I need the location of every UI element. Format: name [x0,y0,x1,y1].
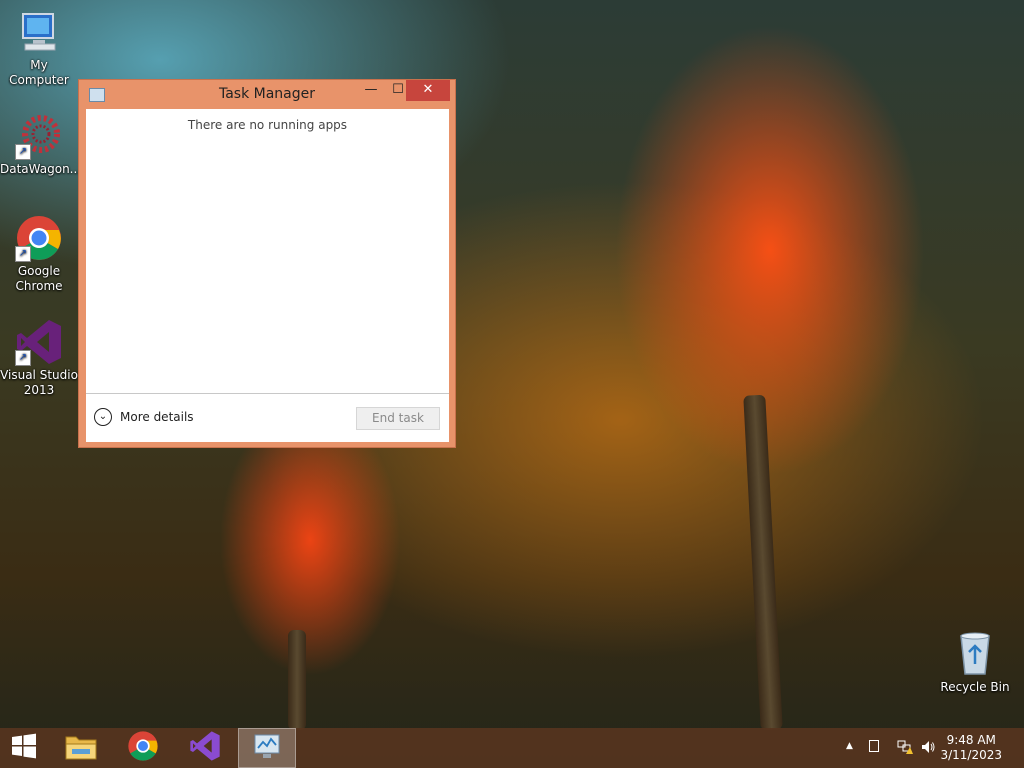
datawagon-icon: ↗ [15,112,63,160]
wallpaper-stem [288,630,306,730]
taskbar-task-manager[interactable] [238,728,296,768]
network-warning-icon[interactable] [897,739,913,758]
empty-apps-message: There are no running apps [187,118,348,132]
window-titlebar[interactable]: Task Manager — ☐ ✕ [79,80,455,108]
chrome-icon: ↗ [15,214,63,262]
volume-icon[interactable] [920,739,936,758]
window-footer: ⌄ More details End task [86,393,449,442]
start-button[interactable] [0,728,48,768]
task-manager-window[interactable]: Task Manager — ☐ ✕ There are no running … [78,79,456,448]
taskbar-clock[interactable]: 9:48 AM 3/11/2023 [940,733,1002,763]
task-manager-icon [252,732,282,764]
file-explorer-icon [64,731,98,765]
desktop-icon-my-computer[interactable]: My Computer [0,8,78,88]
taskbar: ▲ 9:48 AM 3/11/2023 [0,728,1024,768]
desktop-icon-visual-studio[interactable]: ↗ Visual Studio 2013 [0,318,78,398]
shortcut-arrow-icon: ↗ [15,246,31,262]
computer-icon [15,8,63,56]
apps-list-panel: There are no running apps ⌄ More details… [86,109,449,442]
show-hidden-icons-button[interactable]: ▲ [846,741,853,751]
recycle-bin-icon [951,630,999,678]
desktop-icon-label: Recycle Bin [940,680,1010,694]
action-center-icon[interactable] [869,740,879,752]
desktop-icon-label: DataWagon... [0,162,82,176]
more-details-toggle[interactable]: ⌄ More details [94,408,194,426]
desktop-icon-google-chrome[interactable]: ↗ Google Chrome [0,214,78,294]
shortcut-arrow-icon: ↗ [15,350,31,366]
clock-date: 3/11/2023 [940,748,1002,762]
desktop-icon-label: My Computer [9,58,69,87]
system-tray: ▲ 9:48 AM 3/11/2023 [824,728,1024,768]
clock-time: 9:48 AM [946,733,996,747]
visual-studio-icon: ↗ [15,318,63,366]
taskbar-file-explorer[interactable] [52,728,110,768]
taskbar-chrome[interactable] [114,728,172,768]
desktop-icon-label: Visual Studio 2013 [0,368,78,397]
close-button[interactable]: ✕ [406,80,450,101]
wallpaper-stem [743,394,783,731]
taskbar-visual-studio[interactable] [176,728,234,768]
desktop-icon-recycle-bin[interactable]: Recycle Bin [936,630,1014,695]
shortcut-arrow-icon: ↗ [15,144,31,160]
end-task-button[interactable]: End task [356,407,440,430]
chevron-down-icon: ⌄ [94,408,112,426]
desktop-icon-datawagon[interactable]: ↗ DataWagon... [0,112,82,177]
more-details-label: More details [120,410,194,424]
windows-start-icon [11,733,37,763]
visual-studio-icon [189,730,221,766]
desktop-icon-label: Google Chrome [15,264,63,293]
chrome-icon [127,730,159,766]
